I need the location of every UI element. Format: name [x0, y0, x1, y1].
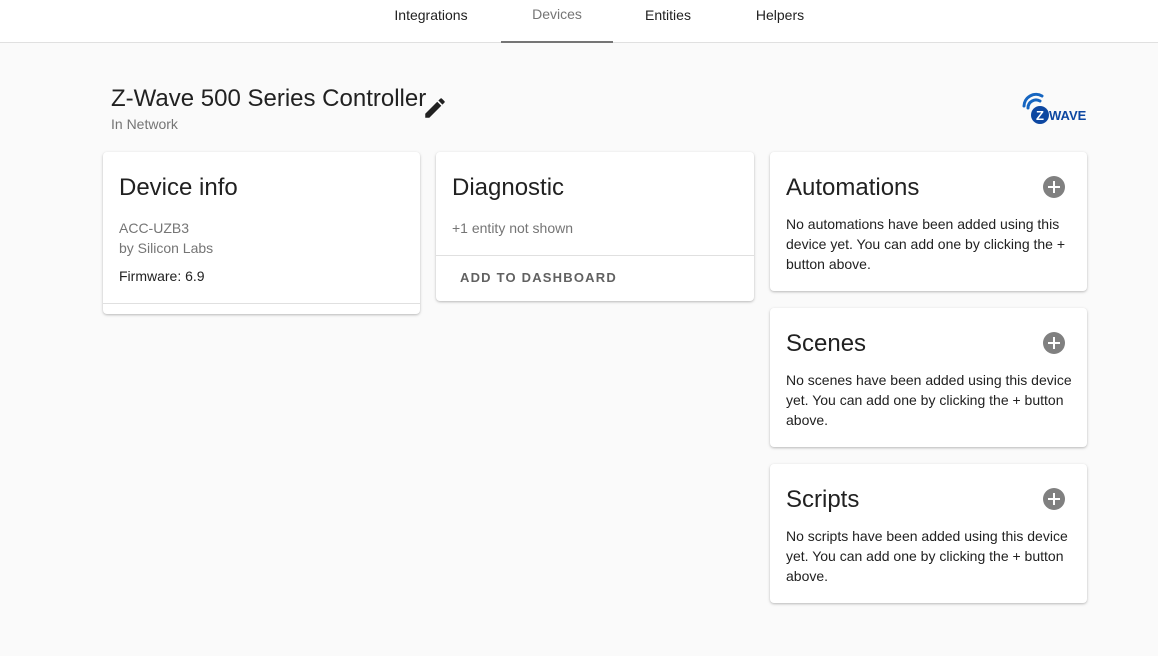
scripts-empty-text: No scripts have been added using this de…: [786, 528, 1068, 584]
zwave-logo: Z WAVE: [1018, 92, 1090, 126]
diagnostic-card: Diagnostic +1 entity not shown ADD TO DA…: [436, 152, 754, 301]
device-name: Z-Wave 500 Series Controller: [111, 85, 427, 112]
card-divider: [436, 255, 754, 256]
scripts-card: Scripts No scripts have been added using…: [770, 464, 1087, 603]
hidden-entities-link[interactable]: +1 entity not shown: [452, 220, 573, 236]
card-divider: [103, 303, 420, 304]
tab-helpers[interactable]: Helpers: [735, 0, 825, 43]
device-model: ACC-UZB3: [119, 220, 190, 236]
scenes-card: Scenes No scenes have been added using t…: [770, 308, 1087, 447]
scripts-title: Scripts: [786, 486, 860, 513]
device-manufacturer: by Silicon Labs: [119, 240, 214, 256]
scenes-empty-text: No scenes have been added using this dev…: [786, 372, 1072, 428]
scenes-title: Scenes: [786, 330, 867, 357]
add-scene-button[interactable]: [1043, 332, 1065, 354]
automations-empty-text: No automations have been added using thi…: [786, 216, 1066, 272]
svg-text:Z: Z: [1036, 108, 1044, 123]
svg-text:WAVE: WAVE: [1049, 108, 1087, 123]
add-automation-button[interactable]: [1043, 176, 1065, 198]
edit-device-button[interactable]: [422, 95, 448, 121]
plus-icon: [1048, 337, 1060, 349]
top-tab-bar: Integrations Devices Entities Helpers: [0, 0, 1158, 43]
device-info-title: Device info: [119, 174, 238, 201]
automations-card: Automations No automations have been add…: [770, 152, 1087, 291]
add-to-dashboard-button[interactable]: ADD TO DASHBOARD: [452, 266, 625, 289]
pencil-icon: [425, 98, 445, 118]
device-firmware: Firmware: 6.9: [119, 268, 205, 284]
tab-devices[interactable]: Devices: [501, 0, 613, 43]
tab-entities[interactable]: Entities: [623, 0, 713, 43]
device-area: In Network: [111, 116, 178, 132]
add-script-button[interactable]: [1043, 488, 1065, 510]
plus-icon: [1048, 493, 1060, 505]
plus-icon: [1048, 181, 1060, 193]
automations-title: Automations: [786, 174, 920, 201]
device-info-card: Device info ACC-UZB3 by Silicon Labs Fir…: [103, 152, 420, 314]
tab-integrations[interactable]: Integrations: [381, 0, 481, 43]
diagnostic-title: Diagnostic: [452, 174, 565, 201]
